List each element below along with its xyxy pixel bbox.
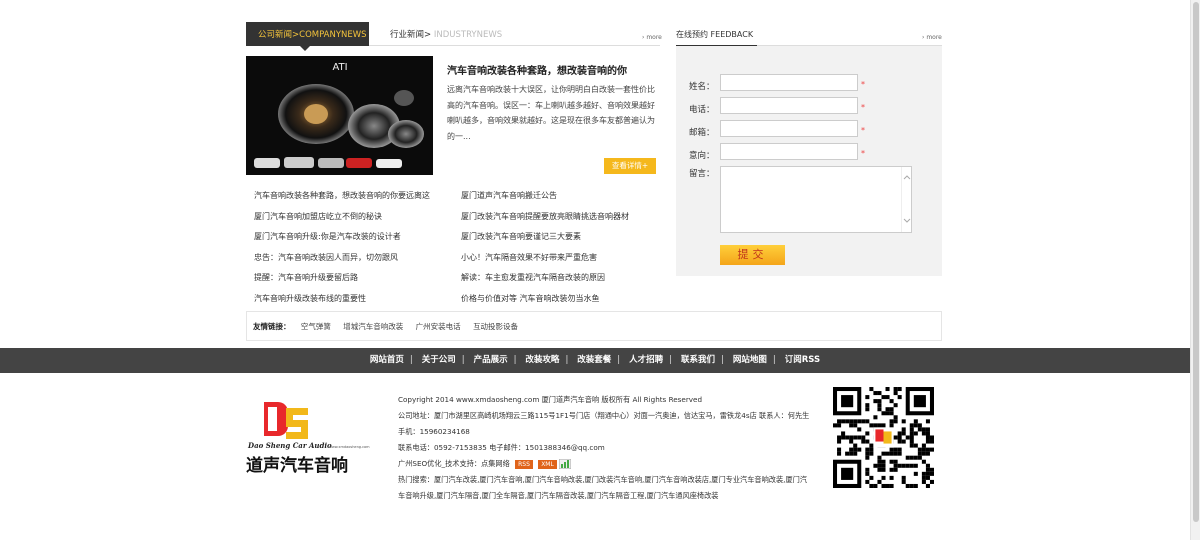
- tab-industry-news-en: INDUSTRYNEWS: [433, 30, 503, 40]
- friendly-link[interactable]: 空气弹簧: [301, 322, 331, 331]
- scrollbar-thumb[interactable]: [1193, 2, 1199, 522]
- news-photo[interactable]: ATI: [246, 56, 433, 175]
- phone-field[interactable]: [720, 97, 858, 114]
- email-label: 邮箱：: [689, 128, 715, 138]
- required-mark: *: [861, 80, 865, 89]
- nav-home[interactable]: 网站首页: [370, 355, 404, 365]
- contact-text: 联系电话：0592-7153835 电子邮件：1501388346@qq.com: [398, 443, 605, 452]
- feedback-header: 在线预约 FEEDBACK › more: [676, 22, 942, 47]
- required-mark: *: [861, 149, 865, 158]
- feedback-more-label: more: [926, 34, 942, 41]
- friendly-link[interactable]: 互动投影设备: [473, 322, 518, 331]
- qr-code: [833, 387, 934, 488]
- seo-text: 广州SEO优化_技术支持：点集网络 RSS XML: [398, 456, 813, 472]
- list-item[interactable]: 提醒：汽车音响升级要留后路: [254, 272, 430, 293]
- tab-industry-news-cn: 行业新闻: [390, 30, 425, 40]
- list-item[interactable]: 小心！汽车隔音效果不好带来严重危害: [461, 252, 629, 273]
- news-more-link[interactable]: › more: [642, 34, 662, 41]
- nav-guides[interactable]: 改装攻略: [525, 355, 559, 365]
- list-item[interactable]: 忠告：汽车音响改装因人而异，切勿跟风: [254, 252, 430, 273]
- nav-packages[interactable]: 改装套餐: [577, 355, 611, 365]
- nav-separator: |: [772, 355, 776, 365]
- tab-industry-news[interactable]: 行业新闻> INDUSTRYNEWS: [390, 22, 502, 48]
- intent-field[interactable]: [720, 143, 858, 160]
- svg-text:ATI: ATI: [332, 62, 347, 73]
- nav-about[interactable]: 关于公司: [422, 355, 456, 365]
- news-list-right: 厦门道声汽车音响搬迁公告 厦门改装汽车音响提醒要放亮眼睛挑选音响器材 厦门改装汽…: [461, 190, 629, 314]
- company-logo[interactable]: Dao Sheng Car Audio www.xmdaosheng.com 道…: [246, 398, 374, 478]
- feedback-title: 在线预约 FEEDBACK: [676, 22, 758, 47]
- nav-separator: |: [565, 355, 569, 365]
- speaker-photo-image: ATI: [246, 56, 433, 175]
- hot-search-text: 热门搜索：厦门汽车改装,厦门汽车音响,厦门汽车音响改装,厦门改装汽车音响,厦门汽…: [398, 475, 808, 500]
- email-field[interactable]: [720, 120, 858, 137]
- name-label: 姓名：: [689, 82, 715, 92]
- scroll-arrows-icon: [903, 175, 911, 223]
- message-textarea[interactable]: [720, 166, 912, 233]
- tab-company-news-cn: 公司新闻: [258, 30, 293, 40]
- news-headline[interactable]: 汽车音响改装各种套路，想改装音响的你: [447, 62, 627, 77]
- xml-badge[interactable]: XML: [538, 459, 557, 469]
- nav-products[interactable]: 产品展示: [474, 355, 508, 365]
- svg-text:Dao Sheng Car Audio: Dao Sheng Car Audio: [247, 441, 332, 450]
- phone-label: 电话：: [689, 105, 715, 115]
- stats-icon[interactable]: [558, 458, 572, 470]
- footer-nav: 网站首页 | 关于公司 | 产品展示 | 改装攻略 | 改装套餐 | 人才招聘 | 联系我们…: [0, 348, 1190, 373]
- friendly-link[interactable]: 增城汽车音响改装: [343, 322, 403, 331]
- nav-separator: |: [513, 355, 517, 365]
- nav-separator: |: [721, 355, 724, 365]
- nav-separator: |: [409, 355, 413, 365]
- submit-button[interactable]: 提交: [720, 245, 785, 265]
- message-label: 留言：: [689, 169, 715, 179]
- textarea-scrollbar[interactable]: [901, 167, 911, 232]
- list-item[interactable]: 厦门汽车音响加盟店屹立不倒的秘诀: [254, 211, 430, 232]
- qr-code-icon: [833, 387, 934, 488]
- footer-info: Copyright 2014 www.xmdaosheng.com 厦门道声汽车…: [398, 392, 813, 504]
- required-mark: *: [861, 103, 865, 112]
- list-item[interactable]: 厦门道声汽车音响搬迁公告: [461, 190, 629, 211]
- nav-separator: |: [669, 355, 673, 365]
- friendly-link[interactable]: 广州安装电话: [416, 322, 461, 331]
- ds-logo-icon: Dao Sheng Car Audio www.xmdaosheng.com 道…: [246, 402, 370, 476]
- nav-jobs[interactable]: 人才招聘: [629, 355, 663, 365]
- feedback-more-link[interactable]: › more: [922, 34, 942, 41]
- required-mark: *: [861, 126, 865, 135]
- nav-separator: |: [617, 355, 621, 365]
- nav-sitemap[interactable]: 网站地图: [733, 355, 767, 365]
- list-item[interactable]: 厦门汽车音响升级:你是汽车改装的设计者: [254, 231, 430, 252]
- tab-company-news-en: COMPANYNEWS: [299, 30, 367, 40]
- copyright-text: Copyright 2014 www.xmdaosheng.com 厦门道声汽车…: [398, 395, 703, 404]
- list-item[interactable]: 汽车音响改装各种套路，想改装音响的你要远离这: [254, 190, 430, 211]
- list-item[interactable]: 解读：车主愈发重视汽车隔音改装的原因: [461, 272, 629, 293]
- svg-text:www.xmdaosheng.com: www.xmdaosheng.com: [329, 445, 370, 449]
- rss-badge[interactable]: RSS: [515, 459, 533, 469]
- svg-text:道声汽车音响: 道声汽车音响: [246, 455, 348, 476]
- news-summary: 远离汽车音响改装十大误区，让你明明白白改装一套性价比高的汽车音响。误区一：车上喇…: [447, 85, 655, 141]
- nav-separator: |: [461, 355, 465, 365]
- tab-industry-news-sep: >: [424, 30, 432, 40]
- friendly-links-label: 友情链接：: [253, 322, 291, 331]
- nav-contact[interactable]: 联系我们: [681, 355, 715, 365]
- name-field[interactable]: [720, 74, 858, 91]
- address-text: 公司地址：厦门市湖里区高崎机场翔云三路115号1F1号门店（翔通中心）对面一汽奥…: [398, 411, 810, 436]
- news-tabs: 公司新闻>COMPANYNEWS 行业新闻> INDUSTRYNEWS › mo…: [246, 22, 662, 51]
- list-item[interactable]: 厦门改装汽车音响提醒要放亮眼睛挑选音响器材: [461, 211, 629, 232]
- news-list-left: 汽车音响改装各种套路，想改装音响的你要远离这 厦门汽车音响加盟店屹立不倒的秘诀 …: [254, 190, 430, 314]
- page-scrollbar[interactable]: [1190, 0, 1200, 540]
- view-details-button[interactable]: 查看详情+: [604, 158, 656, 174]
- nav-rss[interactable]: 订阅RSS: [785, 355, 820, 365]
- intent-label: 意向：: [689, 151, 715, 161]
- list-item[interactable]: 厦门改装汽车音响要谨记三大要素: [461, 231, 629, 252]
- tab-company-news[interactable]: 公司新闻>COMPANYNEWS: [246, 22, 369, 51]
- seo-credit[interactable]: 广州SEO优化_技术支持：点集网络: [398, 459, 510, 468]
- news-more-label: more: [646, 34, 662, 41]
- friendly-links: 友情链接： 空气弹簧 增城汽车音响改装 广州安装电话 互动投影设备: [246, 311, 942, 341]
